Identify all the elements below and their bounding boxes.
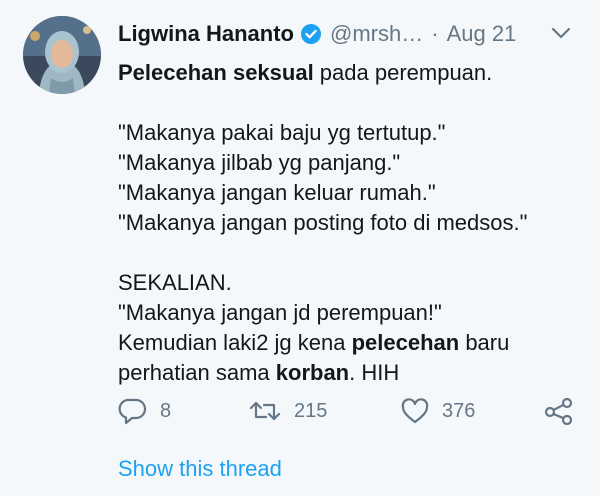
verified-badge-icon	[300, 23, 322, 45]
tweet-line: SEKALIAN.	[118, 270, 232, 295]
tweet-line: perhatian sama korban. HIH	[118, 358, 588, 388]
reply-count: 8	[160, 399, 172, 422]
reply-button[interactable]: 8	[118, 396, 171, 426]
tweet-line: Pelecehan seksual pada perempuan.	[118, 58, 588, 88]
tweet-date[interactable]: Aug 21	[447, 21, 517, 47]
tweet-bold-text: pelecehan	[351, 330, 460, 355]
show-thread-link[interactable]: Show this thread	[118, 456, 282, 482]
tweet-bold-text: korban	[275, 360, 350, 385]
retweet-icon	[249, 401, 281, 421]
tweet-text-span: baru	[459, 330, 510, 355]
tweet-line: "Makanya jilbab yg panjang."	[118, 150, 401, 175]
retweet-button[interactable]: 215	[248, 396, 327, 426]
tweet: Ligwina Hananto @mrsh… · Aug 21 Peleceha…	[0, 0, 600, 496]
tweet-line: "Makanya jangan posting foto di medsos."	[118, 210, 528, 235]
avatar-image	[23, 16, 101, 94]
tweet-text-span: pada perempuan.	[313, 60, 493, 85]
tweet-text-span: Kemudian laki2 jg kena	[118, 330, 352, 355]
tweet-header: Ligwina Hananto @mrsh… · Aug 21	[118, 21, 516, 47]
retweet-count: 215	[294, 399, 328, 422]
author-name[interactable]: Ligwina Hananto	[118, 21, 294, 47]
like-button[interactable]: 376	[400, 396, 475, 426]
like-count: 376	[442, 399, 476, 422]
tweet-line: "Makanya pakai baju yg tertutup."	[118, 120, 446, 145]
tweet-line: "Makanya jangan jd perempuan!"	[118, 300, 442, 325]
tweet-text-span: perhatian sama	[118, 360, 276, 385]
author-handle[interactable]: @mrsh…	[330, 21, 423, 47]
tweet-actions: 8 215 376	[118, 396, 588, 426]
heart-icon	[401, 398, 429, 424]
tweet-text-span: . HIH	[349, 360, 400, 385]
tweet-line: Kemudian laki2 jg kena pelecehan baru	[118, 328, 588, 358]
tweet-line: "Makanya jangan keluar rumah."	[118, 180, 436, 205]
reply-icon	[118, 398, 147, 425]
share-button[interactable]	[544, 396, 574, 426]
tweet-bold-text: Pelecehan seksual	[118, 60, 314, 85]
share-icon	[544, 397, 573, 425]
chevron-down-icon[interactable]	[551, 26, 571, 40]
header-separator: ·	[431, 21, 439, 46]
tweet-text: Pelecehan seksual pada perempuan. "Makan…	[118, 58, 588, 388]
avatar[interactable]	[23, 16, 101, 94]
